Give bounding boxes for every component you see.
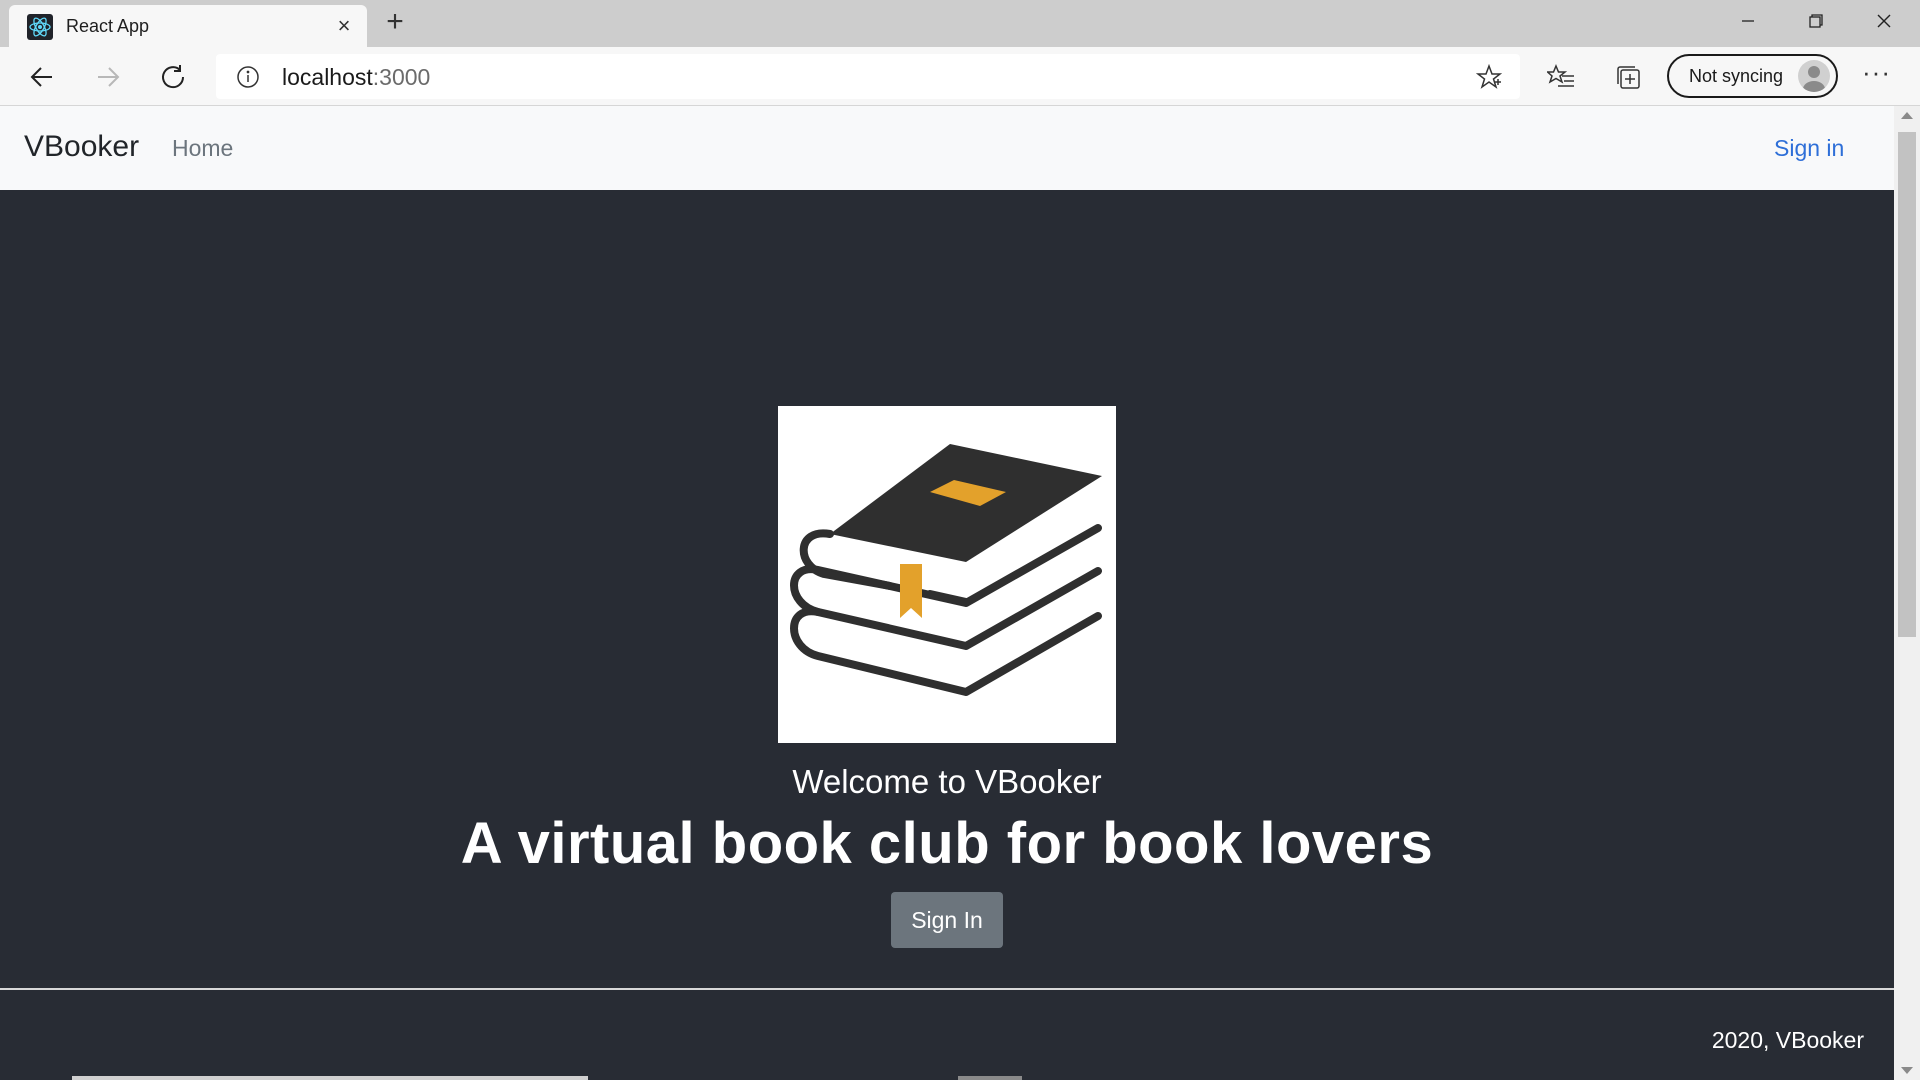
back-arrow-icon[interactable] xyxy=(23,58,61,96)
profile-sync-button[interactable]: Not syncing xyxy=(1667,54,1838,98)
vertical-scrollbar[interactable] xyxy=(1894,106,1920,1080)
minimize-window-icon[interactable] xyxy=(1714,0,1782,42)
horizontal-scroll-mark xyxy=(958,1076,1022,1080)
url-host: localhost xyxy=(282,64,373,90)
books-stack-icon xyxy=(790,444,1102,696)
browser-toolbar: localhost:3000 Not syncing ··· xyxy=(0,47,1920,106)
tab-close-icon[interactable]: × xyxy=(333,15,355,37)
footer-copyright: 2020, VBooker xyxy=(1711,1027,1864,1053)
react-logo-icon xyxy=(27,14,53,40)
hero-sign-in-button[interactable]: Sign In xyxy=(891,892,1003,948)
favorites-icon[interactable] xyxy=(1547,63,1575,91)
forward-arrow-icon[interactable] xyxy=(89,58,127,96)
scrollbar-thumb[interactable] xyxy=(1898,132,1916,637)
horizontal-scroll-track xyxy=(72,1076,588,1080)
books-logo-image xyxy=(778,406,1116,743)
brand-link[interactable]: VBooker xyxy=(24,130,139,164)
nav-home-link[interactable]: Home xyxy=(172,135,233,162)
restore-window-icon[interactable] xyxy=(1782,0,1850,42)
tab-title: React App xyxy=(66,16,150,36)
url-text[interactable]: localhost:3000 xyxy=(282,64,430,91)
reload-icon[interactable] xyxy=(154,58,192,96)
url-port: :3000 xyxy=(372,64,431,90)
site-navbar: VBooker Home Sign in xyxy=(0,106,1894,190)
more-menu-icon[interactable]: ··· xyxy=(1862,59,1890,91)
welcome-heading: Welcome to VBooker xyxy=(792,763,1102,800)
browser-tab-active[interactable]: React App × xyxy=(9,5,367,47)
nav-sign-in-link[interactable]: Sign in xyxy=(1774,135,1844,162)
collections-icon[interactable] xyxy=(1614,63,1642,91)
sync-status-label: Not syncing xyxy=(1689,66,1784,86)
close-window-icon[interactable] xyxy=(1850,0,1918,42)
scroll-up-arrow-icon[interactable] xyxy=(1901,112,1913,119)
tagline-heading: A virtual book club for book lovers xyxy=(460,811,1434,876)
address-bar[interactable]: localhost:3000 xyxy=(216,54,1520,99)
web-page: VBooker Home Sign in Welcome to VBooker … xyxy=(0,106,1894,1080)
new-tab-icon[interactable]: + xyxy=(380,7,410,38)
site-info-icon[interactable] xyxy=(236,65,260,89)
add-favorite-star-icon[interactable] xyxy=(1476,64,1502,90)
footer-divider xyxy=(0,988,1894,990)
browser-tab-strip: React App × + xyxy=(0,0,1920,47)
scroll-down-arrow-icon[interactable] xyxy=(1901,1067,1913,1074)
profile-avatar-icon xyxy=(1798,60,1830,92)
